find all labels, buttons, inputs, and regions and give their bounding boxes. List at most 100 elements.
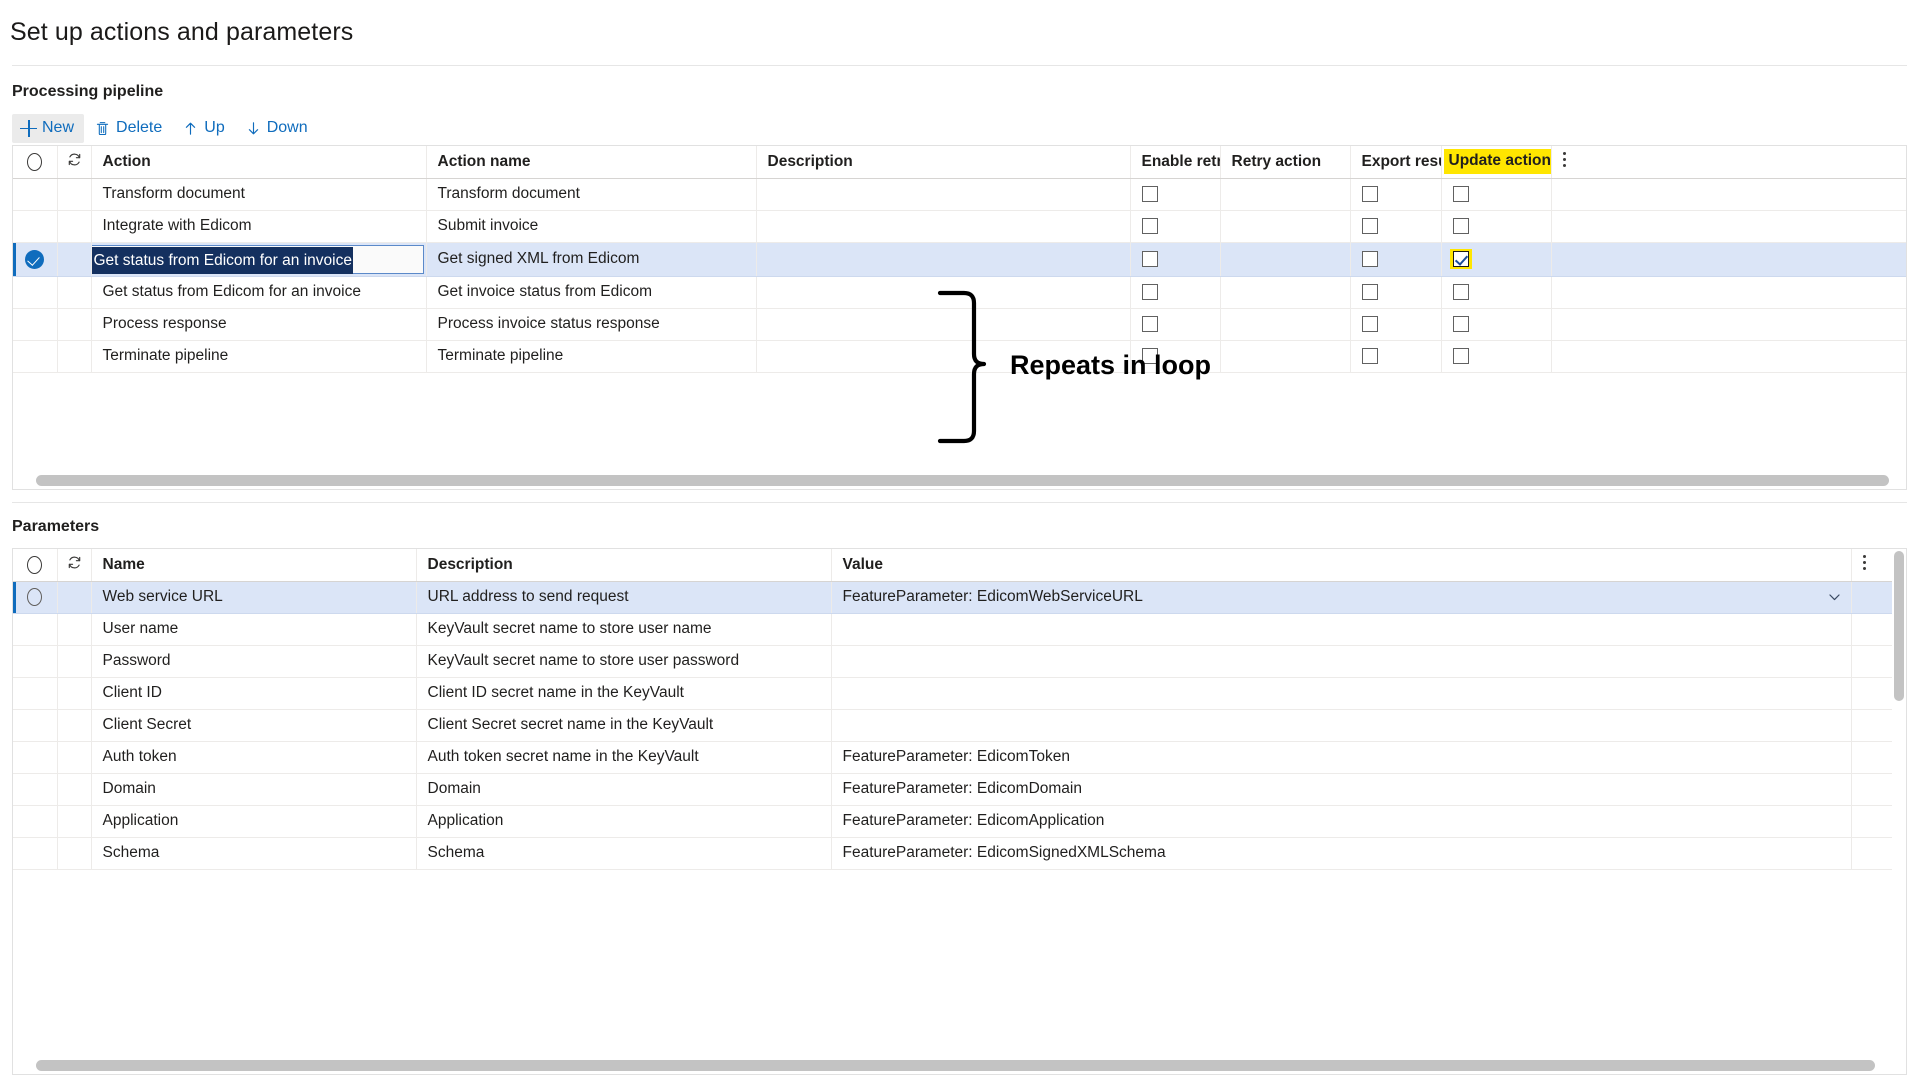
cell-action-name[interactable]: Get signed XML from Edicom	[426, 242, 756, 276]
param-refresh-header[interactable]	[57, 549, 91, 581]
col-header-action-name[interactable]: Action name	[426, 146, 756, 178]
col-header-name[interactable]: Name	[91, 549, 416, 581]
cell-value[interactable]	[831, 645, 1851, 677]
col-header-description[interactable]: Description	[756, 146, 1130, 178]
cell-update-action[interactable]	[1441, 340, 1551, 372]
cell-name[interactable]: Client Secret	[91, 709, 416, 741]
cell-name[interactable]: Schema	[91, 837, 416, 869]
cell-value[interactable]	[831, 613, 1851, 645]
cell-value[interactable]: FeatureParameter: EdicomSignedXMLSchema	[831, 837, 1851, 869]
update-action-checkbox[interactable]	[1453, 218, 1469, 234]
update-action-checkbox[interactable]	[1453, 284, 1469, 300]
move-down-button[interactable]: Down	[237, 114, 318, 143]
cell-retry-action[interactable]	[1220, 178, 1350, 210]
cell-export-result[interactable]	[1350, 308, 1441, 340]
cell-update-action[interactable]	[1441, 308, 1551, 340]
cell-export-result[interactable]	[1350, 276, 1441, 308]
table-row[interactable]: Schema Schema FeatureParameter: EdicomSi…	[13, 837, 1907, 869]
cell-export-result[interactable]	[1350, 340, 1441, 372]
cell-description[interactable]: Application	[416, 805, 831, 837]
cell-action[interactable]: Integrate with Edicom	[91, 210, 426, 242]
cell-enable-retry[interactable]	[1130, 242, 1220, 276]
enable-retry-checkbox[interactable]	[1142, 251, 1158, 267]
param-select-all-header[interactable]	[13, 549, 57, 581]
row-select-cell[interactable]	[13, 242, 57, 276]
cell-description[interactable]: URL address to send request	[416, 581, 831, 613]
table-row[interactable]: Client Secret Client Secret secret name …	[13, 709, 1907, 741]
row-select-cell[interactable]	[13, 308, 57, 340]
col-header-export-result[interactable]: Export result	[1350, 146, 1441, 178]
cell-action-name[interactable]: Submit invoice	[426, 210, 756, 242]
cell-update-action[interactable]	[1441, 210, 1551, 242]
cell-update-action[interactable]	[1441, 242, 1551, 276]
row-select-cell[interactable]	[13, 581, 57, 613]
row-select-cell[interactable]	[13, 645, 57, 677]
cell-description[interactable]: Domain	[416, 773, 831, 805]
cell-action-editor[interactable]: Get status from Edicom for an invoice	[91, 242, 426, 276]
cell-value[interactable]	[831, 709, 1851, 741]
cell-value[interactable]: FeatureParameter: EdicomToken	[831, 741, 1851, 773]
update-action-checkbox[interactable]	[1453, 348, 1469, 364]
cell-name[interactable]: Password	[91, 645, 416, 677]
row-select-cell[interactable]	[13, 741, 57, 773]
cell-enable-retry[interactable]	[1130, 178, 1220, 210]
row-select-cell[interactable]	[13, 340, 57, 372]
row-select-cell[interactable]	[13, 773, 57, 805]
cell-update-action[interactable]	[1441, 276, 1551, 308]
export-result-checkbox[interactable]	[1362, 284, 1378, 300]
cell-action[interactable]: Process response	[91, 308, 426, 340]
cell-retry-action[interactable]	[1220, 308, 1350, 340]
chevron-down-icon[interactable]	[1828, 591, 1841, 609]
cell-export-result[interactable]	[1350, 210, 1441, 242]
cell-action-name[interactable]: Process invoice status response	[426, 308, 756, 340]
cell-description[interactable]: KeyVault secret name to store user name	[416, 613, 831, 645]
export-result-checkbox[interactable]	[1362, 348, 1378, 364]
parameters-hscroll-thumb[interactable]	[36, 1060, 1875, 1071]
refresh-header[interactable]	[57, 146, 91, 178]
col-header-update-action[interactable]: Update action	[1441, 146, 1551, 178]
cell-name[interactable]: Application	[91, 805, 416, 837]
cell-description[interactable]: Schema	[416, 837, 831, 869]
grid-options-header[interactable]	[1551, 146, 1907, 178]
table-row[interactable]: Client ID Client ID secret name in the K…	[13, 677, 1907, 709]
cell-retry-action[interactable]	[1220, 242, 1350, 276]
delete-button[interactable]: Delete	[86, 114, 172, 143]
export-result-checkbox[interactable]	[1362, 316, 1378, 332]
export-result-checkbox[interactable]	[1362, 251, 1378, 267]
row-select-cell[interactable]	[13, 276, 57, 308]
cell-action[interactable]: Transform document	[91, 178, 426, 210]
enable-retry-checkbox[interactable]	[1142, 186, 1158, 202]
cell-description[interactable]	[756, 178, 1130, 210]
export-result-checkbox[interactable]	[1362, 218, 1378, 234]
update-action-checkbox[interactable]	[1453, 316, 1469, 332]
cell-action-name[interactable]: Get invoice status from Edicom	[426, 276, 756, 308]
update-action-checkbox[interactable]	[1453, 251, 1469, 267]
cell-description[interactable]: Client ID secret name in the KeyVault	[416, 677, 831, 709]
col-header-value[interactable]: Value	[831, 549, 1851, 581]
cell-enable-retry[interactable]	[1130, 308, 1220, 340]
table-row-selected[interactable]: Get status from Edicom for an invoice Ge…	[13, 242, 1907, 276]
action-text-input[interactable]: Get status from Edicom for an invoice	[91, 245, 424, 274]
cell-action-name[interactable]: Terminate pipeline	[426, 340, 756, 372]
table-row[interactable]: Domain Domain FeatureParameter: EdicomDo…	[13, 773, 1907, 805]
table-row[interactable]: Transform document Transform document	[13, 178, 1907, 210]
cell-enable-retry[interactable]	[1130, 276, 1220, 308]
col-header-enable-retry[interactable]: Enable retry	[1130, 146, 1220, 178]
cell-retry-action[interactable]	[1220, 340, 1350, 372]
col-header-retry-action[interactable]: Retry action	[1220, 146, 1350, 178]
row-select-cell[interactable]	[13, 709, 57, 741]
select-all-header[interactable]	[13, 146, 57, 178]
cell-enable-retry[interactable]	[1130, 210, 1220, 242]
cell-action[interactable]: Get status from Edicom for an invoice	[91, 276, 426, 308]
table-row-selected[interactable]: Web service URL URL address to send requ…	[13, 581, 1907, 613]
row-select-cell[interactable]	[13, 613, 57, 645]
cell-description[interactable]: KeyVault secret name to store user passw…	[416, 645, 831, 677]
pipeline-horizontal-scrollbar[interactable]	[14, 472, 1905, 488]
cell-value[interactable]: FeatureParameter: EdicomApplication	[831, 805, 1851, 837]
parameters-horizontal-scrollbar[interactable]	[14, 1057, 1891, 1073]
cell-retry-action[interactable]	[1220, 276, 1350, 308]
col-header-action[interactable]: Action	[91, 146, 426, 178]
cell-export-result[interactable]	[1350, 178, 1441, 210]
row-select-cell[interactable]	[13, 837, 57, 869]
cell-value[interactable]: FeatureParameter: EdicomWebServiceURL	[831, 581, 1851, 613]
